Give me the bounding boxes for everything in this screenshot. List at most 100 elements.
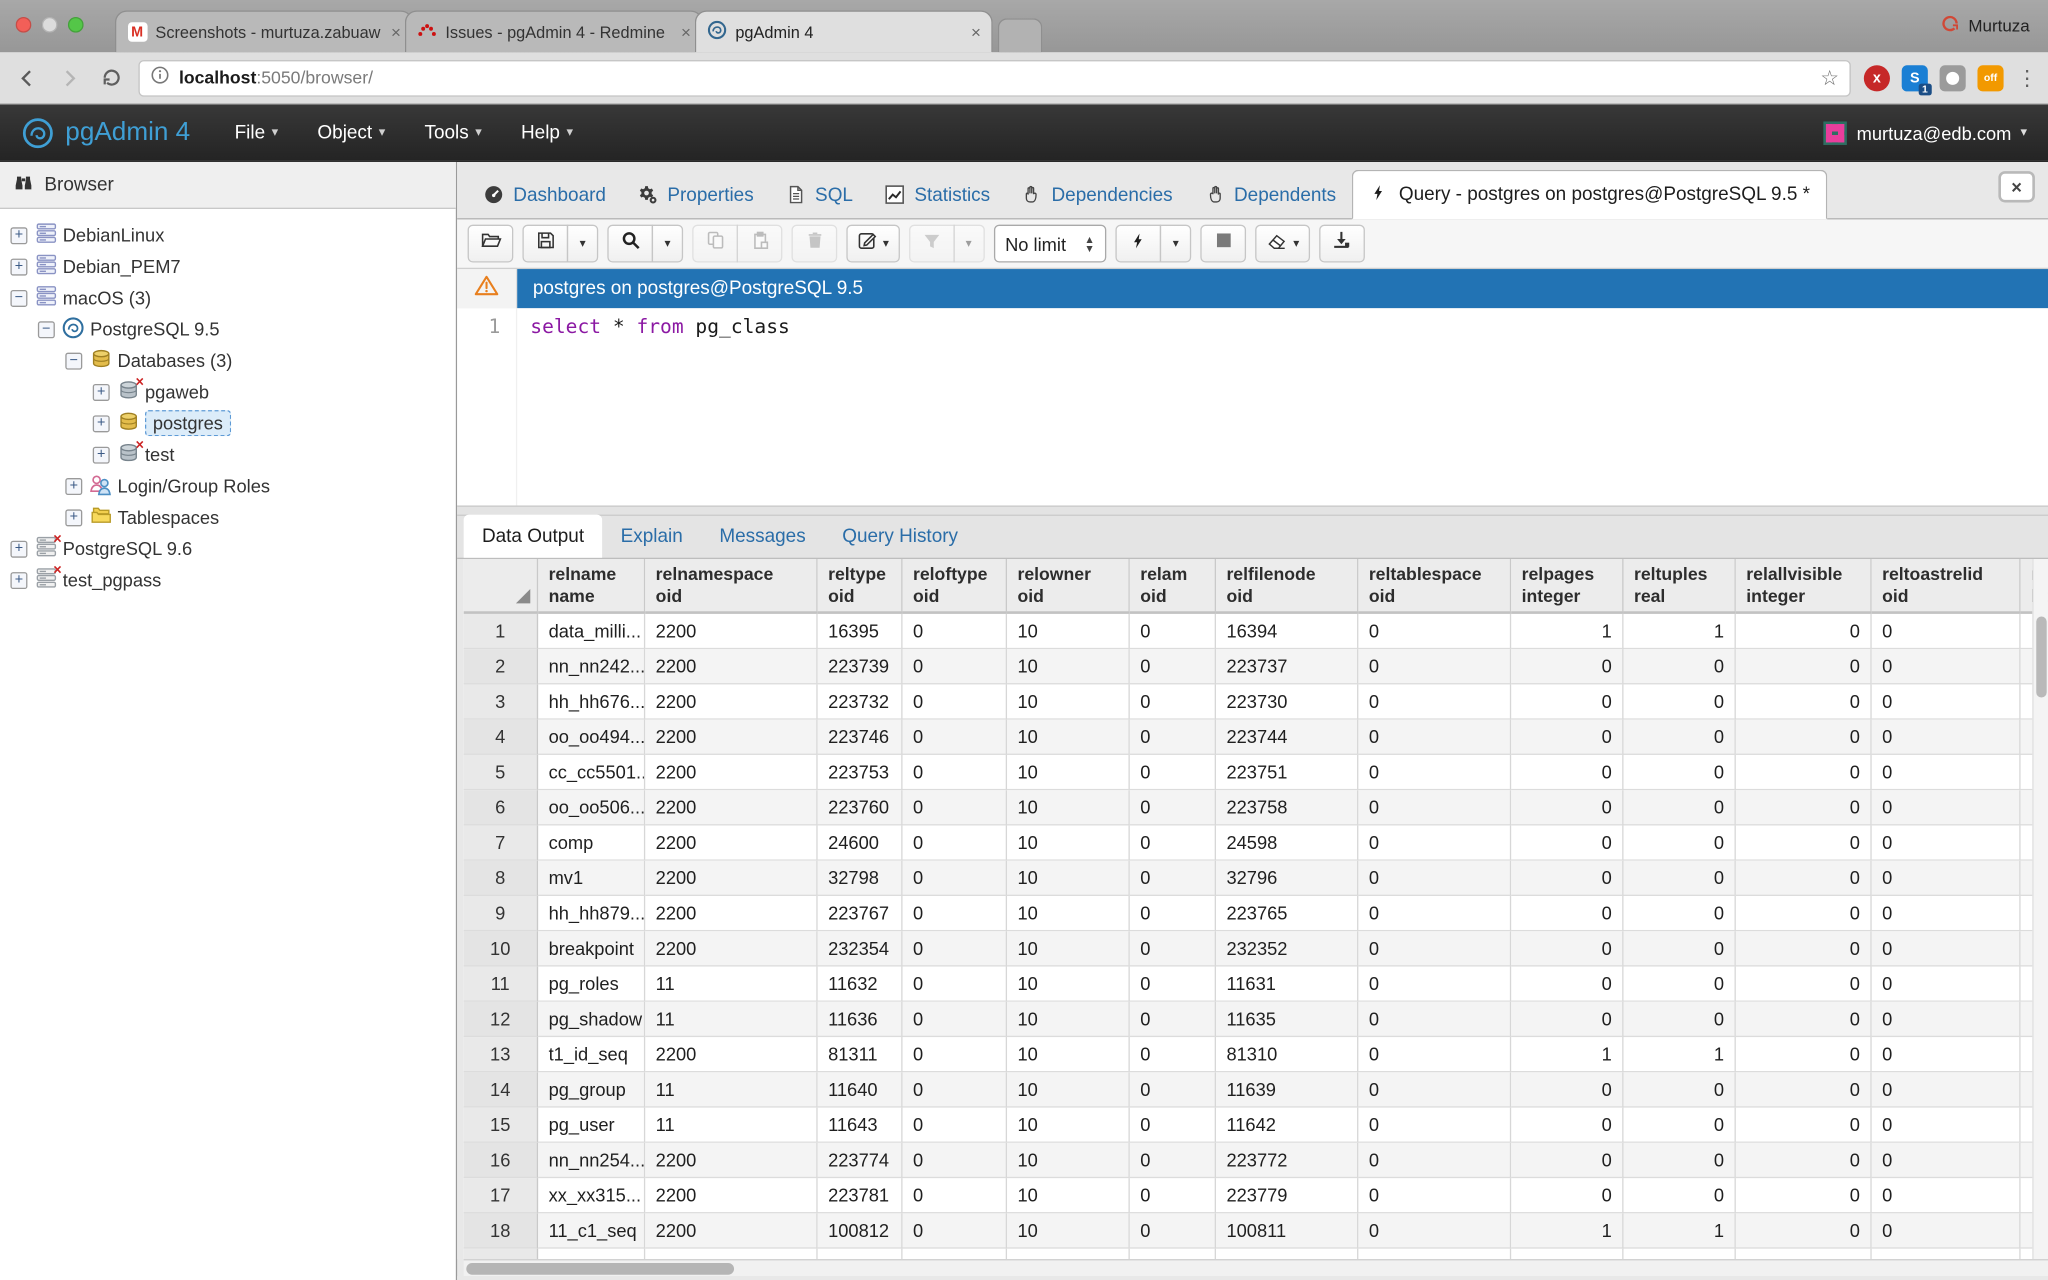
expand-toggle[interactable]: + xyxy=(93,415,110,432)
cell-reltablespace[interactable]: 0 xyxy=(1358,1002,1511,1037)
output-tab-query-history[interactable]: Query History xyxy=(824,515,976,558)
cell-reltype[interactable]: 100812 xyxy=(818,1213,903,1248)
output-tab-data-output[interactable]: Data Output xyxy=(464,515,603,558)
cell-relam[interactable]: 0 xyxy=(1130,755,1216,790)
cell-relam[interactable]: 0 xyxy=(1130,1108,1216,1143)
cell-reltablespace[interactable]: 0 xyxy=(1358,614,1511,649)
cell-relowner[interactable]: 10 xyxy=(1007,684,1130,719)
cell-relpages[interactable]: 0 xyxy=(1511,967,1623,1002)
cell-relam[interactable]: 0 xyxy=(1130,896,1216,931)
cell-relallvisible[interactable]: 0 xyxy=(1736,931,1872,966)
cell-reltoastrelid[interactable]: 0 xyxy=(1872,861,2021,896)
cell-relfilenode[interactable]: 223765 xyxy=(1216,896,1358,931)
row-number[interactable]: 9 xyxy=(464,896,538,931)
cell-reloftype[interactable]: 0 xyxy=(903,790,1007,825)
cell-relam[interactable]: 0 xyxy=(1130,825,1216,860)
row-limit-select[interactable]: No limit▲▼ xyxy=(993,225,1106,263)
cell-relnamespace[interactable]: 11 xyxy=(645,1072,817,1107)
cell-relowner[interactable]: 10 xyxy=(1007,1178,1130,1213)
cell-reltype[interactable]: 81311 xyxy=(818,1037,903,1072)
row-number[interactable]: 12 xyxy=(464,1002,538,1037)
filter-button[interactable] xyxy=(908,225,954,263)
cell-relpages[interactable]: 0 xyxy=(1511,790,1623,825)
column-header-relowner[interactable]: relowneroid xyxy=(1007,559,1130,614)
cell-reltoastrelid[interactable]: 0 xyxy=(1872,1143,2021,1178)
execute-dropdown-button[interactable]: ▾ xyxy=(1160,225,1191,263)
cell-reloftype[interactable]: 0 xyxy=(903,614,1007,649)
cell-relname[interactable]: hh_hh879... xyxy=(538,896,645,931)
cell-relpages[interactable]: 0 xyxy=(1511,1072,1623,1107)
window-close-button[interactable] xyxy=(16,17,32,33)
sql-editor[interactable]: 1 select * from pg_class xyxy=(457,308,2048,505)
cell-reloftype[interactable]: 0 xyxy=(903,1108,1007,1143)
cell-relpages[interactable]: 0 xyxy=(1511,896,1623,931)
cell-relowner[interactable]: 10 xyxy=(1007,614,1130,649)
cell-relam[interactable]: 0 xyxy=(1130,1002,1216,1037)
cell-reltype[interactable]: 223746 xyxy=(818,720,903,755)
cell-reloftype[interactable]: 0 xyxy=(903,1072,1007,1107)
cell-relowner[interactable]: 10 xyxy=(1007,1108,1130,1143)
panel-close-button[interactable]: × xyxy=(1998,171,2035,202)
cell-reloftype[interactable]: 0 xyxy=(903,1037,1007,1072)
cell-reltablespace[interactable]: 0 xyxy=(1358,825,1511,860)
cell-reltype[interactable]: 16395 xyxy=(818,614,903,649)
paste-button[interactable] xyxy=(737,225,783,263)
cell-relpages[interactable]: 0 xyxy=(1511,931,1623,966)
cell-reloftype[interactable]: 0 xyxy=(903,684,1007,719)
row-number[interactable]: 5 xyxy=(464,755,538,790)
tab-statistics[interactable]: Statistics xyxy=(869,174,1006,218)
cell-reloftype[interactable]: 0 xyxy=(903,967,1007,1002)
cell-reltablespace[interactable]: 0 xyxy=(1358,1143,1511,1178)
tab-close-icon[interactable]: × xyxy=(681,22,691,42)
cell-reltoastrelid[interactable]: 0 xyxy=(1872,790,2021,825)
tree-item-pgaweb[interactable]: +×pgaweb xyxy=(0,376,456,407)
cell-reloftype[interactable]: 0 xyxy=(903,720,1007,755)
cell-relam[interactable]: 0 xyxy=(1130,1178,1216,1213)
horizontal-scrollbar[interactable] xyxy=(464,1259,2048,1276)
cell-relname[interactable]: breakpoint xyxy=(538,931,645,966)
find-button[interactable] xyxy=(607,225,653,263)
new-tab-button[interactable] xyxy=(998,18,1042,52)
cell-reltoastrelid[interactable]: 0 xyxy=(1872,1002,2021,1037)
row-number[interactable]: 13 xyxy=(464,1037,538,1072)
edit-menu-button[interactable]: ▾ xyxy=(846,225,899,263)
address-bar[interactable]: localhost:5050/browser/ ☆ xyxy=(138,59,1850,96)
cell-reltoastrelid[interactable]: 0 xyxy=(1872,720,2021,755)
tree-item-tablespaces[interactable]: +Tablespaces xyxy=(0,502,456,533)
row-number[interactable]: 11 xyxy=(464,967,538,1002)
cell-relowner[interactable]: 10 xyxy=(1007,861,1130,896)
column-header-relpages[interactable]: relpagesinteger xyxy=(1511,559,1623,614)
column-header-relfilenode[interactable]: relfilenodeoid xyxy=(1216,559,1358,614)
cell-reloftype[interactable]: 0 xyxy=(903,649,1007,684)
cell-reltype[interactable]: 223760 xyxy=(818,790,903,825)
cell-relfilenode[interactable]: 223751 xyxy=(1216,755,1358,790)
menu-help[interactable]: Help▾ xyxy=(521,122,573,143)
cell-relallvisible[interactable]: 0 xyxy=(1736,649,1872,684)
cell-reltype[interactable]: 11636 xyxy=(818,1002,903,1037)
cell-relnamespace[interactable]: 2200 xyxy=(645,1143,817,1178)
cell-reltoastrelid[interactable]: 0 xyxy=(1872,755,2021,790)
column-header-reltype[interactable]: reltypeoid xyxy=(818,559,903,614)
cell-relfilenode[interactable]: 11642 xyxy=(1216,1108,1358,1143)
cell-reltoastrelid[interactable]: 0 xyxy=(1872,1178,2021,1213)
cell-reltuples[interactable]: 0 xyxy=(1624,720,1736,755)
tab-dependencies[interactable]: Dependencies xyxy=(1006,174,1188,218)
cell-reltuples[interactable]: 0 xyxy=(1624,1072,1736,1107)
tab-query[interactable]: Query - postgres on postgres@PostgreSQL … xyxy=(1352,170,1827,220)
cell-relnamespace[interactable]: 2200 xyxy=(645,825,817,860)
tree-item-postgresql-9-5[interactable]: −PostgreSQL 9.5 xyxy=(0,313,456,344)
bookmark-star-icon[interactable]: ☆ xyxy=(1820,65,1839,91)
row-number[interactable]: 15 xyxy=(464,1108,538,1143)
cell-relpages[interactable]: 0 xyxy=(1511,1108,1623,1143)
cell-reltuples[interactable]: 0 xyxy=(1624,1178,1736,1213)
menu-object[interactable]: Object▾ xyxy=(317,122,385,143)
cell-relname[interactable]: xx_xx315... xyxy=(538,1178,645,1213)
cell-relowner[interactable]: 10 xyxy=(1007,1002,1130,1037)
tab-sql[interactable]: SQL xyxy=(769,174,868,218)
cell-relam[interactable]: 0 xyxy=(1130,931,1216,966)
cell-relowner[interactable]: 10 xyxy=(1007,790,1130,825)
cell-reloftype[interactable]: 0 xyxy=(903,1143,1007,1178)
cell-relallvisible[interactable]: 0 xyxy=(1736,967,1872,1002)
cell-relowner[interactable]: 10 xyxy=(1007,755,1130,790)
expand-toggle[interactable]: + xyxy=(93,383,110,400)
